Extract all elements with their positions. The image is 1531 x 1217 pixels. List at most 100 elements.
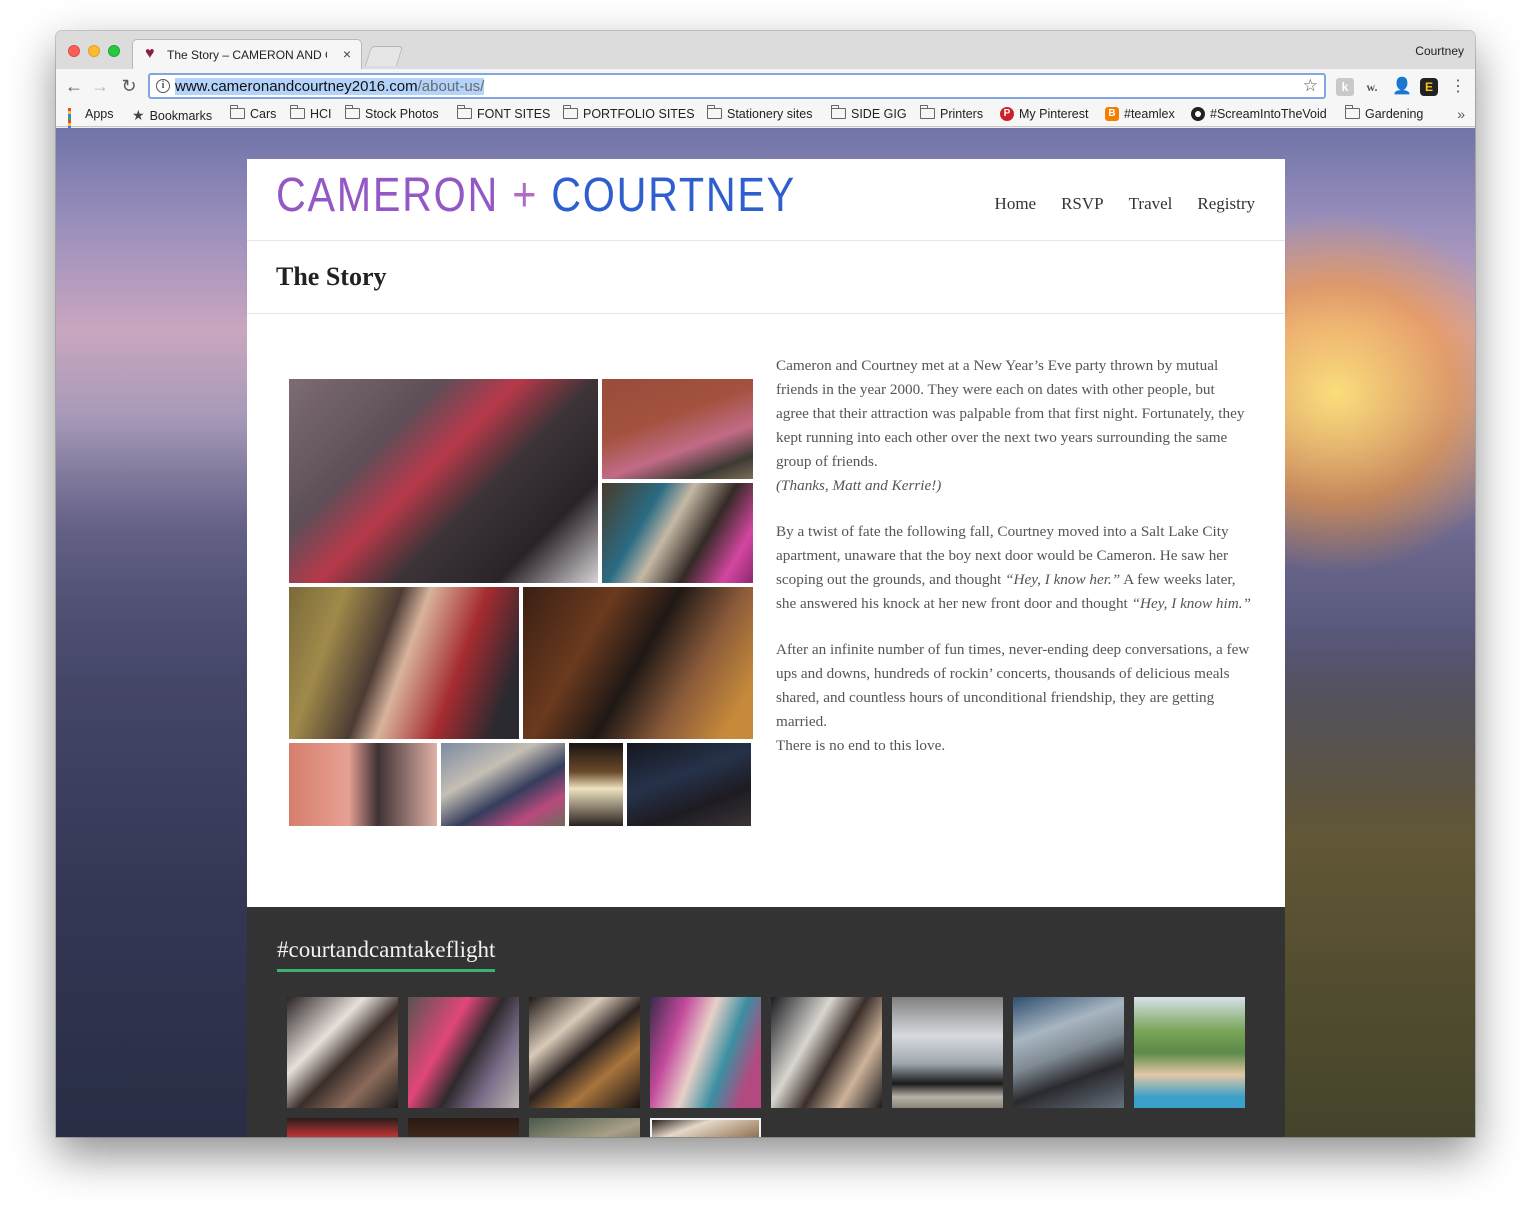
logo-plus: + — [499, 169, 552, 222]
profile-button[interactable]: Courtney — [1415, 44, 1464, 58]
story-thanks: (Thanks, Matt and Kerrie!) — [776, 477, 942, 494]
story-ending: There is no end to this love. — [776, 737, 946, 754]
address-bar[interactable]: i www.cameronandcourtney2016.com/about-u… — [148, 73, 1326, 99]
forward-arrow-icon[interactable]: → — [90, 76, 110, 96]
url-text[interactable]: www.cameronandcourtney2016.com/about-us/ — [175, 78, 485, 95]
instagram-thumb[interactable] — [529, 1118, 640, 1137]
nav-home[interactable]: Home — [995, 194, 1037, 214]
photo-couple-outdoors[interactable] — [289, 587, 519, 739]
instagram-thumb[interactable] — [408, 997, 519, 1108]
instagram-section: #courtandcamtakeflight — [247, 907, 1285, 1137]
main-nav: Home RSVP Travel Registry — [995, 194, 1255, 214]
folder-icon — [707, 104, 722, 119]
bookmark-my-pinterest[interactable]: P My Pinterest — [1000, 107, 1088, 121]
tab-strip: ♥ The Story – CAMERON AND C × Courtney — [56, 31, 1475, 69]
bookmark-scream-into-the-void[interactable]: #ScreamIntoTheVoid — [1191, 107, 1327, 121]
photo-couple-event[interactable] — [523, 587, 753, 739]
bookmark-label: #ScreamIntoTheVoid — [1210, 107, 1327, 121]
new-tab-button[interactable] — [364, 46, 404, 66]
photo-couple-mural[interactable] — [289, 743, 437, 826]
bookmark-folder-side-gig[interactable]: SIDE GIG — [831, 104, 907, 121]
bookmark-folder-stationery-sites[interactable]: Stationery sites — [707, 104, 813, 121]
photo-couple-selfie-gate[interactable] — [602, 483, 753, 583]
page-viewport[interactable]: CAMERON + COURTNEY Home RSVP Travel Regi… — [56, 128, 1475, 1137]
folder-icon — [563, 104, 578, 119]
bookmark-label: Stock Photos — [365, 107, 439, 121]
nav-registry[interactable]: Registry — [1197, 194, 1255, 214]
instagram-thumb[interactable] — [408, 1118, 519, 1137]
page-title: The Story — [276, 262, 387, 291]
site-header: CAMERON + COURTNEY Home RSVP Travel Regi… — [247, 159, 1285, 241]
instagram-thumb[interactable] — [892, 997, 1003, 1108]
photo-couple-party[interactable] — [289, 379, 598, 583]
info-icon[interactable]: i — [156, 79, 170, 93]
site-logo[interactable]: CAMERON + COURTNEY — [276, 170, 796, 222]
bookmark-bookmarks[interactable]: ★ Bookmarks — [132, 107, 212, 124]
bookmark-teamlex[interactable]: B #teamlex — [1105, 107, 1175, 121]
circle-icon — [1191, 107, 1205, 121]
logo-name-cameron: CAMERON — [276, 169, 500, 222]
instagram-thumb[interactable] — [287, 1118, 398, 1137]
bookmark-folder-font-sites[interactable]: FONT SITES — [457, 104, 550, 121]
instagram-thumb[interactable] — [287, 997, 398, 1108]
extension-k-icon[interactable]: k — [1336, 78, 1354, 96]
instagram-thumb[interactable] — [650, 1118, 761, 1137]
hashtag-heading[interactable]: #courtandcamtakeflight — [277, 937, 496, 972]
story-text: Cameron and Courtney met at a New Year’s… — [776, 354, 1251, 780]
back-arrow-icon[interactable]: ← — [64, 76, 84, 96]
folder-icon — [1345, 104, 1360, 119]
extension-w-icon[interactable]: w. — [1363, 78, 1381, 96]
browser-toolbar: ← → ↻ i www.cameronandcourtney2016.com/a… — [56, 69, 1475, 103]
minimize-window-button[interactable] — [88, 45, 100, 57]
star-icon: ★ — [132, 107, 145, 123]
site-container: CAMERON + COURTNEY Home RSVP Travel Regi… — [247, 159, 1285, 1137]
instagram-thumb[interactable] — [529, 997, 640, 1108]
photo-couple-theater[interactable] — [569, 743, 623, 826]
bookmark-apps[interactable]: Apps — [68, 107, 114, 135]
bookmark-label: PORTFOLIO SITES — [583, 107, 695, 121]
nav-rsvp[interactable]: RSVP — [1061, 194, 1104, 214]
more-bookmarks-chevron-icon[interactable]: » — [1457, 106, 1465, 122]
story-paragraph-1: Cameron and Courtney met at a New Year’s… — [776, 354, 1251, 498]
page-title-bar: The Story — [247, 241, 1285, 314]
bookmark-folder-gardening[interactable]: Gardening — [1345, 104, 1424, 121]
tab-the-story[interactable]: ♥ The Story – CAMERON AND C × — [132, 39, 362, 69]
bookmark-star-icon[interactable]: ☆ — [1303, 76, 1318, 96]
story-quote-him: “Hey, I know him.” — [1131, 595, 1251, 612]
bookmark-folder-hci[interactable]: HCI — [290, 104, 332, 121]
blogger-icon: B — [1105, 107, 1119, 121]
bookmark-label: My Pinterest — [1019, 107, 1089, 121]
bookmark-folder-portfolio-sites[interactable]: PORTFOLIO SITES — [563, 104, 695, 121]
bookmarks-bar: Apps ★ Bookmarks Cars HCI Stock Photos F… — [56, 103, 1475, 135]
bookmark-apps-label: Apps — [85, 107, 114, 121]
reload-icon[interactable]: ↻ — [119, 76, 139, 96]
nav-travel[interactable]: Travel — [1129, 194, 1173, 214]
browser-window: ♥ The Story – CAMERON AND C × Courtney ←… — [56, 31, 1475, 1137]
apps-grid-icon — [68, 108, 80, 135]
background-city-image — [56, 428, 247, 1137]
close-window-button[interactable] — [68, 45, 80, 57]
bookmark-label: Gardening — [1365, 107, 1424, 121]
bookmark-folder-cars[interactable]: Cars — [230, 104, 276, 121]
heart-icon: ♥ — [145, 45, 155, 62]
instagram-thumb[interactable] — [771, 997, 882, 1108]
story-paragraph-2: By a twist of fate the following fall, C… — [776, 520, 1251, 616]
zoom-window-button[interactable] — [108, 45, 120, 57]
instagram-thumb[interactable] — [650, 997, 761, 1108]
photo-couple-child[interactable] — [441, 743, 565, 826]
bookmark-folder-stock-photos[interactable]: Stock Photos — [345, 104, 439, 121]
bookmark-label: Stationery sites — [727, 107, 813, 121]
url-path: /about-us/ — [417, 78, 485, 95]
instagram-thumb[interactable] — [1013, 997, 1124, 1108]
extension-evernote-icon[interactable]: E — [1420, 78, 1438, 96]
browser-menu-icon[interactable]: ⋮ — [1450, 76, 1466, 96]
folder-icon — [920, 104, 935, 119]
photo-couple-night-city[interactable] — [627, 743, 751, 826]
instagram-thumb[interactable] — [1134, 997, 1245, 1108]
story-quote-her: “Hey, I know her.” — [1005, 571, 1121, 588]
photo-couple-brick-wall[interactable] — [602, 379, 753, 479]
close-tab-icon[interactable]: × — [343, 46, 351, 62]
story-paragraph-3: After an infinite number of fun times, n… — [776, 638, 1251, 758]
bookmark-folder-printers[interactable]: Printers — [920, 104, 983, 121]
extension-person-icon[interactable]: 👤 — [1392, 78, 1412, 96]
